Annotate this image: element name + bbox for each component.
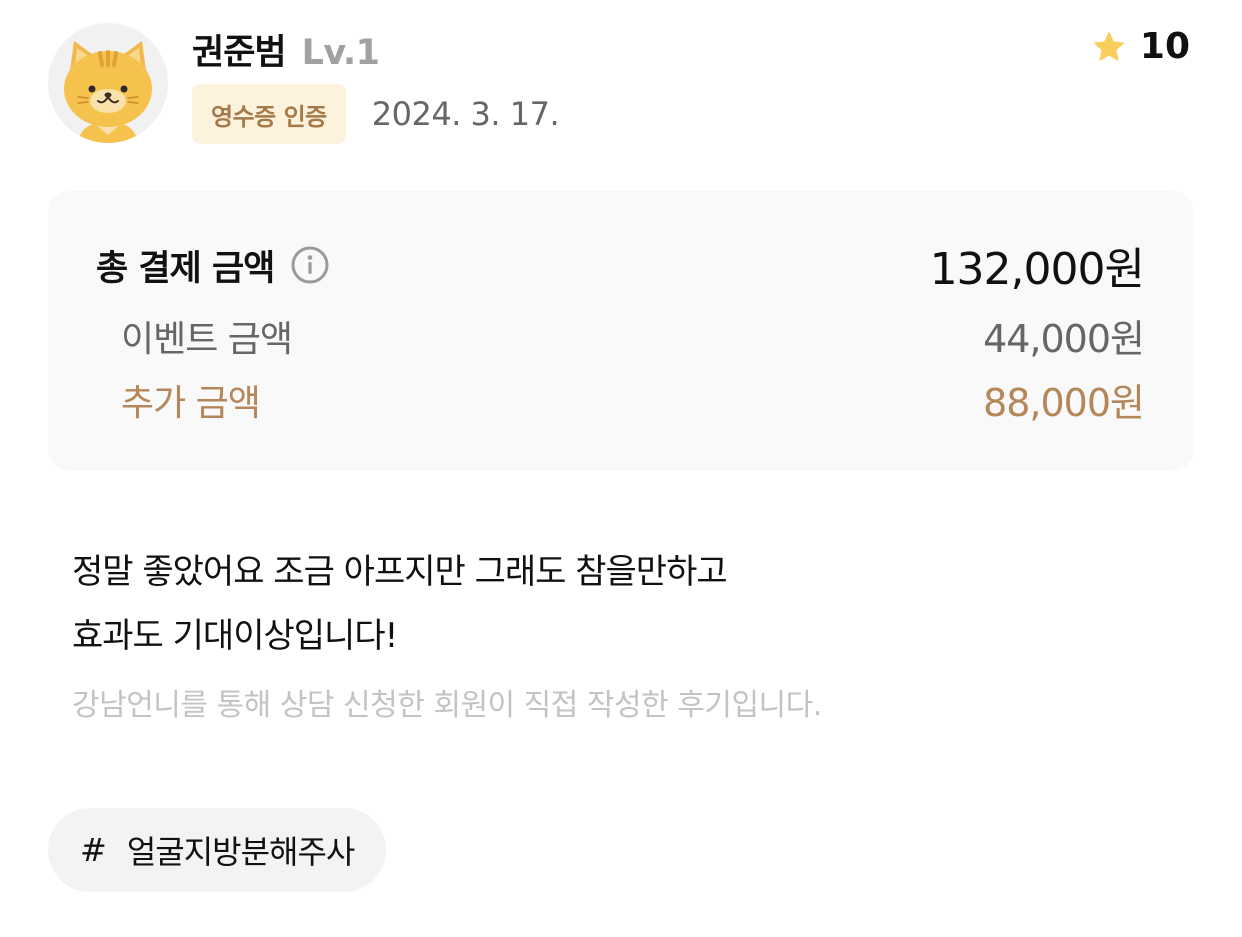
review-text: 정말 좋았어요 조금 아프지만 그래도 참을만하고 효과도 기대이상입니다! bbox=[72, 540, 728, 668]
review-date: 2024. 3. 17. bbox=[371, 95, 560, 133]
payment-summary: 총 결제 금액 132,000원 이벤트 금액 44,000원 추가 금액 88… bbox=[48, 191, 1194, 471]
reviewer-name[interactable]: 권준범 bbox=[192, 24, 287, 75]
payment-event-label: 이벤트 금액 bbox=[121, 318, 293, 360]
reviewer-level: Lv.1 bbox=[301, 33, 380, 73]
rating: 10 bbox=[1092, 26, 1190, 67]
treatment-tag-label: 얼굴지방분해주사 bbox=[126, 833, 356, 871]
star-icon bbox=[1094, 31, 1124, 60]
review-text-line: 정말 좋았어요 조금 아프지만 그래도 참을만하고 bbox=[72, 552, 728, 592]
payment-total-label: 총 결제 금액 bbox=[96, 248, 275, 289]
payment-extra-row: 추가 금액 88,000원 bbox=[48, 372, 1194, 427]
cat-avatar-icon bbox=[64, 41, 152, 143]
payment-extra-label: 추가 금액 bbox=[121, 382, 261, 424]
receipt-verified-badge: 영수증 인증 bbox=[192, 84, 346, 144]
payment-event-amount: 44,000원 bbox=[983, 317, 1145, 361]
review-card: 권준범 Lv.1 영수증 인증 2024. 3. 17. 10 총 결제 금액 … bbox=[0, 0, 1242, 937]
rating-value: 10 bbox=[1139, 26, 1190, 67]
review-meta: 영수증 인증 2024. 3. 17. bbox=[192, 84, 560, 144]
reviewer-header: 권준범 Lv.1 bbox=[192, 24, 380, 75]
payment-extra-amount: 88,000원 bbox=[983, 381, 1145, 425]
hash-icon: # bbox=[80, 831, 107, 869]
review-text-line: 효과도 기대이상입니다! bbox=[72, 616, 398, 656]
payment-total-label-group: 총 결제 금액 bbox=[96, 240, 330, 291]
payment-total-amount: 132,000원 bbox=[929, 244, 1145, 295]
info-icon[interactable] bbox=[290, 245, 330, 285]
payment-total-row: 총 결제 금액 132,000원 bbox=[48, 233, 1194, 297]
review-source-note: 강남언니를 통해 상담 신청한 회원이 직접 작성한 후기입니다. bbox=[72, 688, 822, 723]
treatment-tag-chip[interactable]: # 얼굴지방분해주사 bbox=[48, 808, 387, 892]
avatar[interactable] bbox=[48, 23, 168, 143]
payment-event-row: 이벤트 금액 44,000원 bbox=[48, 308, 1194, 363]
